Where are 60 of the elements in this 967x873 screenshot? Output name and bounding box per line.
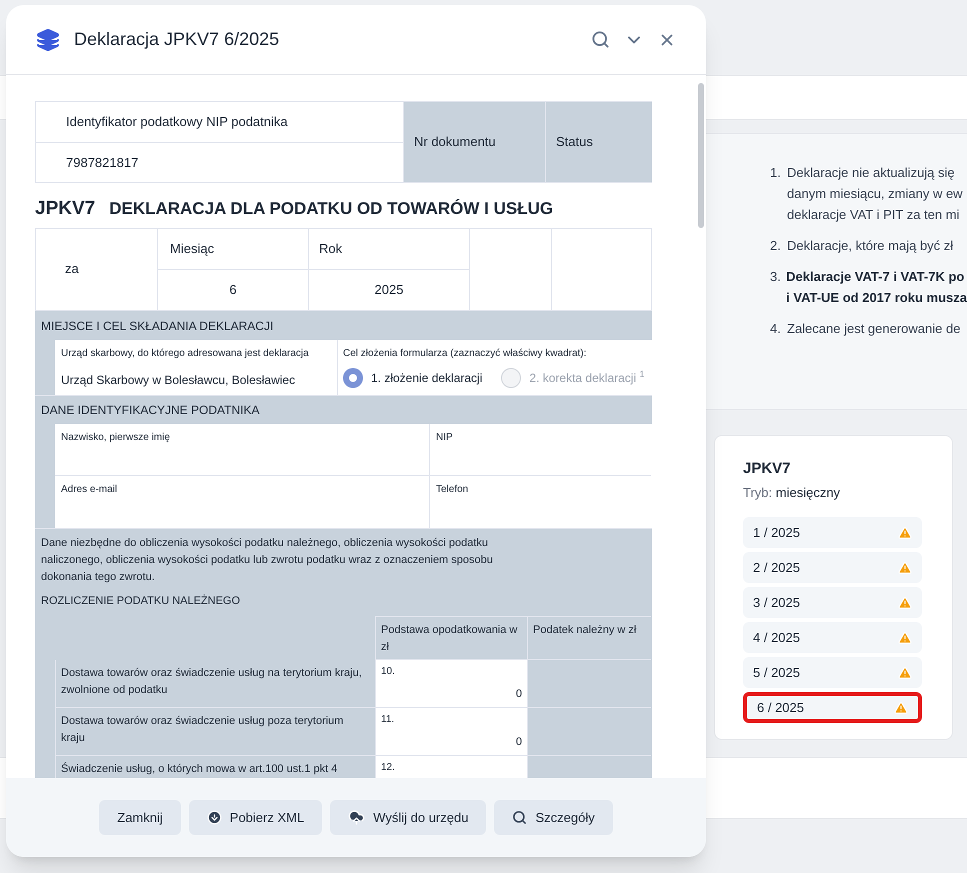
column-header: Rok [319,240,342,258]
row-label: Dostawa towarów oraz świadczenie usług poza terytorium kraju [61,714,344,744]
list-number: 3. [770,268,782,286]
cloud-upload-icon [348,809,366,826]
row-label: Świadczenie usług, o których mowa w art.100 ust.1 pkt 4 [61,762,338,774]
field-number: 10. [381,664,396,678]
search-icon[interactable] [591,30,610,49]
card-title: JPKV7 [743,459,792,479]
field-label: Cel złożenia formularza (zaznaczyć właściwy kwadrat): [343,346,588,360]
mode-text: Tryb: miesięczny [743,484,842,502]
field-value: 0 [516,686,522,702]
column-header: Podstawa opodatkowania w zł [381,624,518,652]
form-title: DEKLARACJA DLA PODATKU OD TOWARÓW I USŁUG [109,198,554,220]
note-text: Zalecane jest generowanie de [787,320,960,338]
column-header: Status [556,133,593,152]
download-icon [206,810,222,825]
search-icon [512,810,528,825]
field-value: 0 [516,734,522,750]
field-label: Urząd skarbowy, do którego adresowana jest deklaracja [61,346,310,360]
field-number: 12. [381,760,396,774]
list-number: 1. [770,164,782,182]
layers-icon [36,28,60,52]
note-text: Deklaracje VAT-7 i VAT-7K po i VAT-UE od 2017 roku musza [786,268,967,307]
period-prefix: za [65,260,79,278]
period-item[interactable]: 1 / 2025 [743,517,922,548]
field-label: Identyfikator podatkowy NIP podatnika [66,113,288,132]
list-number: 4. [770,320,782,338]
note-text: Deklaracje nie aktualizują się danym miesiącu, zmiany w ew deklaracje VAT i PIT za ten mi [787,164,963,224]
field-label: Nazwisko, pierwsze imię [61,432,170,442]
period-item[interactable]: 4 / 2025 [743,622,922,653]
period-item[interactable]: 6 / 2025 [743,692,922,723]
period-item[interactable]: 2 / 2025 [743,552,922,583]
note-text: Deklaracje, które mają być zł [787,237,954,255]
column-header: Nr dokumentu [414,133,496,152]
form-code: JPKV7 [35,197,96,221]
section-intro: Dane niezbędne do obliczenia wysokości podatku należnego, obliczenia wysokości podatku naliczonego, obliczenia wysokości podatku lub zwrotu podatku wraz z oznaczeniem sposobu dokonania tego zwrotu. [41,536,494,584]
radio-option[interactable]: 1. złożenie deklaracji [343,368,482,388]
footer-button[interactable]: Zamknij [99,800,181,835]
period-item[interactable]: 3 / 2025 [743,587,922,618]
field-label: NIP [436,432,453,442]
dialog-title: Deklaracja JPKV7 6/2025 [74,28,280,51]
field-number: 11. [381,712,396,726]
field-value: Urząd Skarbowy w Bolesławcu, Bolesławiec [61,372,296,388]
section-title: ROZLICZENIE PODATKU NALEŻNEGO [41,594,242,608]
field-value: 7987821817 [66,154,138,172]
scrollbar[interactable] [698,83,704,228]
section-title: DANE IDENTYFIKACYJNE PODATNIKA [41,402,260,418]
field-label: Telefon [436,484,468,494]
footer-button[interactable]: Wyślij do urzędu [330,800,486,835]
year-value: 2025 [374,280,404,299]
column-header: Miesiąc [170,240,214,258]
row-label: Dostawa towarów oraz świadczenie usług na terytorium kraju, zwolnione od podatku [61,666,362,696]
column-header: Podatek należny w zł [533,624,636,636]
field-label: Adres e-mail [61,484,118,494]
period-item[interactable]: 5 / 2025 [743,657,922,688]
list-number: 2. [770,237,782,255]
footer-button[interactable]: Pobierz XML [188,800,322,835]
section-title: MIEJSCE I CEL SKŁADANIA DEKLARACJI [41,318,274,334]
month-value: 6 [229,280,237,299]
footer-button[interactable]: Szczegóły [494,800,613,835]
